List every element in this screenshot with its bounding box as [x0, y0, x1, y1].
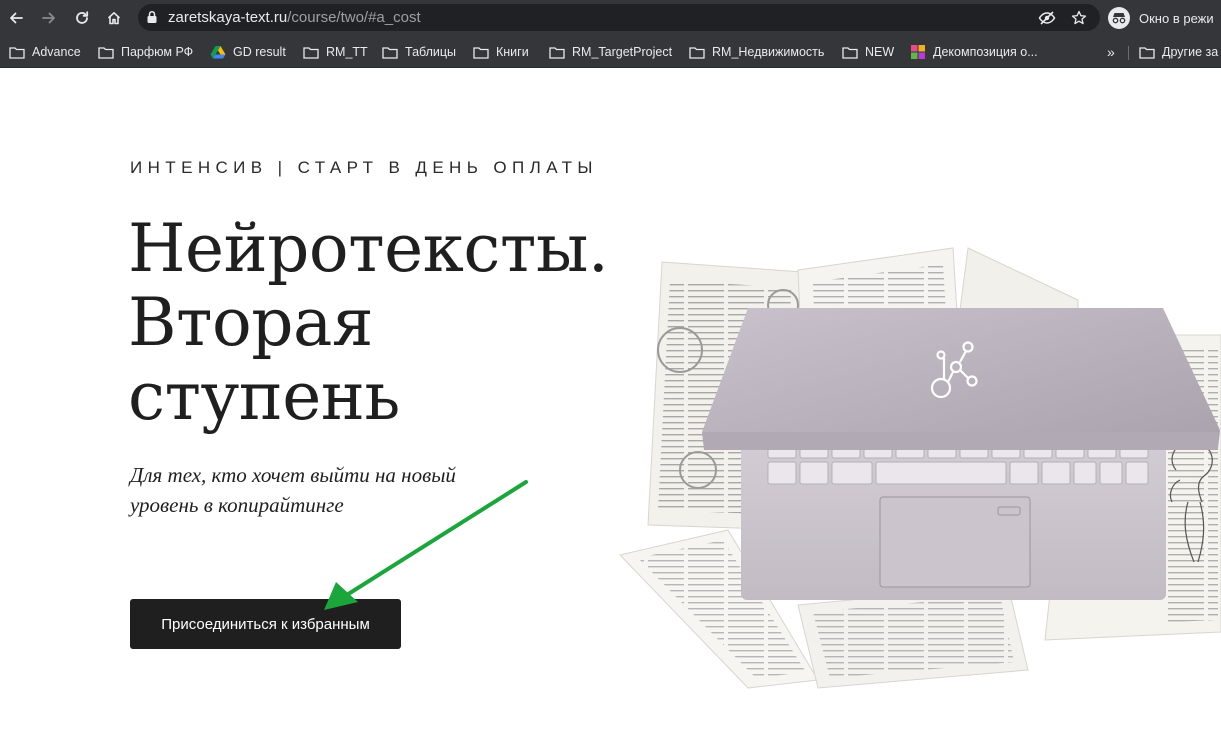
folder-icon	[841, 45, 858, 59]
reload-icon	[76, 11, 89, 24]
bookmark-books[interactable]: Книги	[472, 41, 529, 63]
course-eyebrow: ИНТЕНСИВ | СТАРТ В ДЕНЬ ОПЛАТЫ	[130, 158, 598, 177]
bookmark-decomposition[interactable]: Декомпозиция о...	[909, 41, 1038, 63]
eye-slash-icon	[1038, 11, 1056, 25]
laptop-base	[741, 440, 1166, 600]
folder-icon	[8, 45, 25, 59]
bookmarks-bar: Advance Парфюм РФ GD result RM_TT Таблиц…	[0, 36, 1221, 68]
bookmark-parfum[interactable]: Парфюм РФ	[97, 41, 193, 63]
bookmark-label: NEW	[865, 45, 895, 59]
hero-laptop-illustration	[619, 247, 1221, 689]
folder-icon	[381, 45, 398, 59]
page-title-line: Вторая	[128, 284, 373, 361]
reload-button[interactable]	[70, 6, 94, 30]
browser-toolbar: zaretskaya-text.ru/course/two/#a_cost Ок…	[0, 0, 1221, 36]
home-icon	[107, 12, 121, 25]
page-title-line: Нейротексты.	[128, 210, 609, 287]
arrow-left-icon	[10, 12, 23, 24]
back-button[interactable]	[4, 6, 28, 30]
bookmark-label: RM_TargetProject	[572, 45, 673, 59]
bookmark-new[interactable]: NEW	[841, 41, 894, 63]
folder-icon	[548, 45, 565, 59]
incognito-profile-button[interactable]: Окно в режи	[1108, 5, 1214, 31]
url-path: /course/two/#a_cost	[287, 9, 421, 26]
bookmark-label: Другие за	[1162, 45, 1219, 59]
bookmark-rm-realestate[interactable]: RM_Недвижимость	[688, 41, 824, 63]
tracking-protection-button[interactable]	[1038, 9, 1056, 27]
book-page	[797, 584, 1029, 689]
bookmarks-overflow-button[interactable]: »	[1107, 44, 1115, 60]
folder-icon	[97, 45, 114, 59]
folder-icon	[302, 45, 319, 59]
star-icon	[1071, 10, 1087, 25]
bookmark-rm-targetproject[interactable]: RM_TargetProject	[548, 41, 672, 63]
arrow-right-icon	[42, 12, 55, 24]
page-title: Нейротексты. Вторая ступень	[128, 210, 609, 435]
bookmark-label: Парфюм РФ	[121, 45, 194, 59]
bookmark-star-button[interactable]	[1070, 9, 1088, 27]
bookmark-advance[interactable]: Advance	[8, 41, 81, 63]
home-button[interactable]	[102, 6, 126, 30]
folder-icon	[472, 45, 489, 59]
address-bar[interactable]: zaretskaya-text.ru/course/two/#a_cost	[138, 4, 1100, 31]
url-host: zaretskaya-text.ru	[168, 9, 288, 26]
bookmark-label: Таблицы	[405, 45, 457, 59]
profile-label: Окно в режи	[1139, 10, 1214, 26]
google-drive-icon	[209, 45, 226, 59]
lock-icon	[147, 10, 157, 23]
bookmarks-divider	[1128, 46, 1129, 60]
bookmark-label: Advance	[32, 45, 81, 59]
bookmark-label: RM_Недвижимость	[712, 45, 825, 59]
bookmark-other-folder[interactable]: Другие за	[1138, 41, 1218, 63]
url-text: zaretskaya-text.ru/course/two/#a_cost	[168, 9, 421, 26]
app-grid-icon	[909, 45, 926, 59]
forward-button[interactable]	[37, 6, 61, 30]
bookmark-label: Декомпозиция о...	[933, 45, 1038, 59]
bookmark-label: Книги	[496, 45, 529, 59]
bookmark-rm-tt[interactable]: RM_TT	[302, 41, 368, 63]
bookmark-tables[interactable]: Таблицы	[381, 41, 456, 63]
laptop-lid	[702, 308, 1220, 450]
folder-icon	[1138, 45, 1155, 59]
incognito-icon	[1108, 7, 1130, 29]
page-title-line: ступень	[128, 358, 400, 435]
folder-icon	[688, 45, 705, 59]
bookmark-label: RM_TT	[326, 45, 368, 59]
annotation-arrow	[324, 480, 528, 610]
bookmark-label: GD result	[233, 45, 286, 59]
bookmark-gd-result[interactable]: GD result	[209, 41, 286, 63]
